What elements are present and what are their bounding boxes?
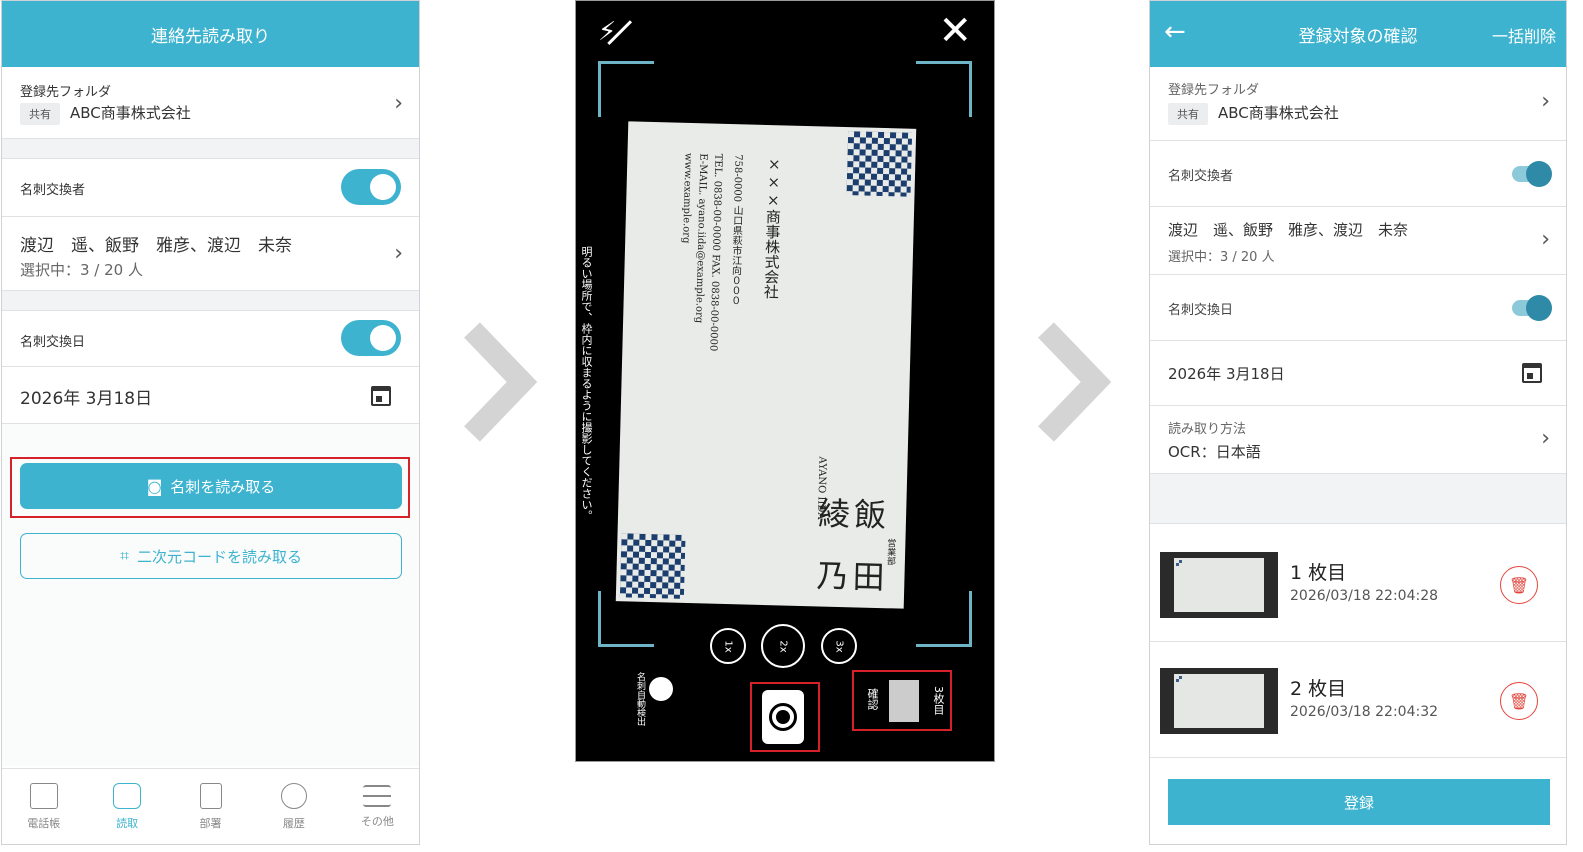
date-toggle[interactable] [1512,295,1552,321]
exchanger-select-row[interactable]: 渡辺 遥、飯野 雅彦、渡辺 未奈 選択中：3 / 20 人 › [2,217,419,291]
calendar-icon[interactable] [1522,363,1542,383]
method-value: OCR：日本語 [1168,443,1261,461]
list-item[interactable]: 2 枚目 2026/03/18 22:04:32 🗑 [1150,642,1566,758]
folder-label: 登録先フォルダ [20,85,112,100]
item-title: 1 枚目 [1290,562,1347,584]
date-toggle-row: 名刺交換日 [1150,275,1566,341]
chevron-right-icon: › [1541,89,1550,114]
page-title: 登録対象の確認 [1298,26,1418,47]
chevron-right-icon: › [394,241,403,266]
trash-icon[interactable]: 🗑 [1500,566,1538,604]
card-dept: 営業部 [884,538,896,566]
close-icon[interactable]: ✕ [938,9,972,53]
card-web: www.example.org [680,152,694,244]
highlight-box [852,670,952,731]
clock-icon [280,782,307,809]
business-card-preview: ×××商事株式会社 758-0000 山口県萩市江向０００ TEL. 0838-… [615,121,917,609]
header: ← 登録対象の確認 一括削除 [1150,1,1566,67]
phonebook-icon [29,782,58,809]
tab-bar: 電話帳 読取 部署 履歴 その他 [2,768,419,844]
trash-icon[interactable]: 🗑 [1500,682,1538,720]
list-item[interactable]: 1 枚目 2026/03/18 22:04:28 🗑 [1150,526,1566,642]
folder-name: ABC商事株式会社 [1218,104,1339,122]
exchanger-toggle[interactable] [1512,161,1552,187]
date-value: 2026年 3月18日 [1168,365,1285,383]
exchanger-select-row[interactable]: 渡辺 遥、飯野 雅彦、渡辺 未奈 選択中：3 / 20 人 › [1150,207,1566,275]
menu-icon [363,784,392,807]
tab-department[interactable]: 部署 [169,769,252,844]
delete-all-button[interactable]: 一括削除 [1492,23,1556,47]
calendar-icon[interactable] [371,386,391,406]
tab-phonebook[interactable]: 電話帳 [2,769,85,844]
folder-label: 登録先フォルダ [1168,83,1260,98]
exchanger-names: 渡辺 遥、飯野 雅彦、渡辺 未奈 [1168,221,1409,239]
item-time: 2026/03/18 22:04:32 [1290,704,1439,720]
chevron-arrow-icon [1038,322,1112,442]
date-row[interactable]: 2026年 3月18日 [1150,341,1566,406]
auto-detect-toggle[interactable] [649,677,673,701]
folder-row[interactable]: 登録先フォルダ 共有 ABC商事株式会社 › [2,67,419,139]
chevron-right-icon: › [1541,227,1550,252]
exchanger-label: 名刺交換者 [1168,169,1234,184]
exchanger-toggle-row: 名刺交換者 [2,159,419,217]
header: 連絡先読み取り [2,1,419,67]
date-label: 名刺交換日 [20,335,86,350]
tab-scan[interactable]: 読取 [85,769,168,844]
card-tel: TEL. 0838-00-0000 FAX. 0838-00-0000 [707,153,724,352]
chevron-arrow-icon [464,322,538,442]
chevron-right-icon: › [394,91,403,116]
contact-scan-screen: 連絡先読み取り 登録先フォルダ 共有 ABC商事株式会社 › 名刺交換者 渡辺 遥… [1,0,420,845]
zoom-1x-button[interactable]: 1x [710,628,746,664]
confirm-screen: ← 登録対象の確認 一括削除 登録先フォルダ 共有 ABC商事株式会社 › 名刺交… [1149,0,1567,845]
folder-row[interactable]: 登録先フォルダ 共有 ABC商事株式会社 › [1150,67,1566,141]
exchanger-names: 渡辺 遥、飯野 雅彦、渡辺 未奈 [20,236,292,256]
shared-tag: 共有 [20,102,60,125]
exchanger-toggle[interactable] [341,169,401,205]
date-toggle[interactable] [341,320,401,356]
hint-text: 明るい場所で、枠内に収まるように撮影してください。 [580,246,593,521]
zoom-2x-button[interactable]: 2x [761,624,805,668]
card-email: E-MAIL. ayano.iida@example.org [693,153,709,324]
tab-history[interactable]: 履歴 [252,769,335,844]
page-title: 連絡先読み取り [151,26,270,47]
zoom-3x-button[interactable]: 3x [821,628,857,664]
date-toggle-row: 名刺交換日 [2,311,419,367]
item-time: 2026/03/18 22:04:28 [1290,588,1439,604]
tab-other[interactable]: その他 [336,769,419,844]
auto-detect-label: 名刺自動検出 [635,672,645,726]
card-address: 758-0000 山口県萩市江向０００ [728,154,744,306]
chevron-right-icon: › [1541,426,1550,451]
back-arrow-icon[interactable]: ← [1164,17,1186,47]
card-name: 飯 田 綾 乃 [810,496,888,603]
shared-tag: 共有 [1168,102,1208,125]
card-thumbnail [1160,552,1278,618]
exchanger-count: 選択中：3 / 20 人 [20,261,143,279]
method-label: 読み取り方法 [1168,422,1247,437]
qr-code-icon: ⌗ [119,546,129,565]
building-icon [199,782,222,809]
ocr-method-row[interactable]: 読み取り方法 OCR：日本語 › [1150,406,1566,474]
date-value: 2026年 3月18日 [20,389,153,409]
item-title: 2 枚目 [1290,678,1347,700]
folder-name: ABC商事株式会社 [70,104,191,122]
date-row[interactable]: 2026年 3月18日 [2,367,419,424]
exchanger-label: 名刺交換者 [20,183,86,198]
highlight-box [750,682,820,752]
exchanger-count: 選択中：3 / 20 人 [1168,250,1275,265]
camera-icon [113,782,142,809]
register-button[interactable]: 登録 [1168,779,1550,825]
card-company: ×××商事株式会社 [761,154,784,300]
qr-scan-button[interactable]: ⌗ 二次元コードを読み取る [20,533,402,579]
card-thumbnail [1160,668,1278,734]
exchanger-toggle-row: 名刺交換者 [1150,141,1566,207]
date-label: 名刺交換日 [1168,303,1234,318]
highlight-box [10,457,410,518]
